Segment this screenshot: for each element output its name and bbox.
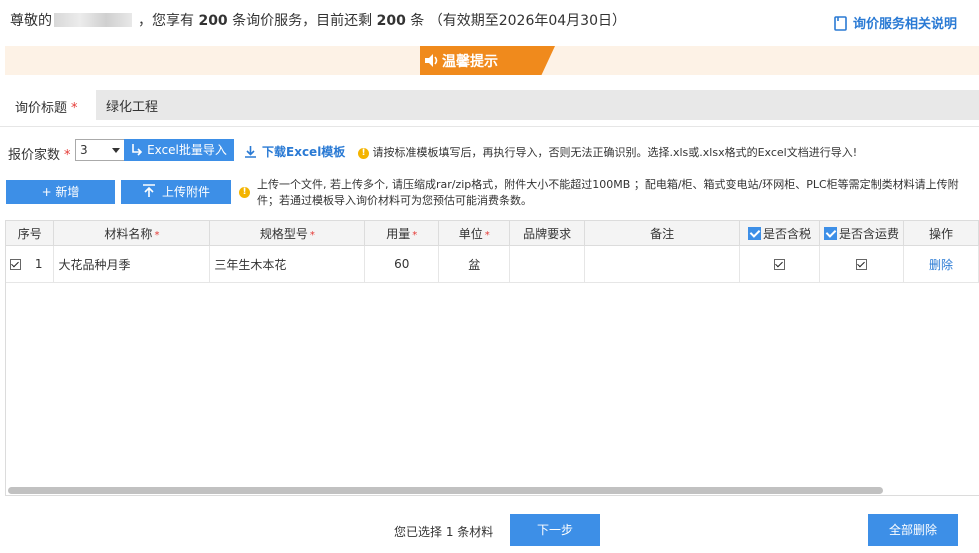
header-name: 材料名称 * (53, 221, 211, 246)
upload-note: ! 上传一个文件, 若上传多个, 请压缩成rar/zip格式，附件大小不能超过1… (239, 177, 979, 209)
import-row: 报价家数 * 3 Excel批量导入 下载Excel模板 ! 请按标准模板填写后，… (8, 139, 979, 163)
greeting-mid: ，您享有 (138, 13, 194, 29)
delete-row-link[interactable]: 删除 (929, 258, 953, 272)
username-redacted (54, 13, 132, 27)
cell-index: 1 (6, 245, 55, 283)
warning-icon: ! (239, 187, 250, 198)
table-header-row: 序号 材料名称 * 规格型号 * 用量 * 单位 * 品牌要求 备注 是否含税 是否含运… (6, 221, 979, 246)
cell-unit[interactable]: 盆 (438, 245, 511, 283)
service-total: 200 (198, 13, 228, 29)
header-freight: 是否含运费 (819, 221, 904, 246)
row-select-checkbox[interactable] (10, 259, 21, 270)
selected-count: 您已选择 1 条材料 (394, 525, 494, 539)
materials-table: 序号 材料名称 * 规格型号 * 用量 * 单位 * 品牌要求 备注 是否含税 是否含运… (5, 220, 979, 496)
header-index: 序号 (6, 221, 55, 246)
greeting-text: 尊敬的 ，您享有 200 条询价服务，目前还剩 200 条 （有效期至2026年0… (10, 10, 626, 30)
quote-count-value: 3 (80, 143, 88, 157)
top-bar: 尊敬的 ，您享有 200 条询价服务，目前还剩 200 条 （有效期至2026年0… (0, 0, 979, 40)
quote-count-label: 报价家数 * (8, 148, 71, 163)
header-tax: 是否含税 (739, 221, 820, 246)
quote-count-select[interactable]: 3 (75, 139, 125, 161)
greeting-prefix: 尊敬的 (10, 13, 52, 29)
upload-icon (142, 184, 155, 197)
chevron-down-icon (112, 148, 120, 153)
speaker-icon (425, 54, 438, 67)
download-template-link[interactable]: 下载Excel模板 (244, 143, 345, 160)
cell-name[interactable]: 大花品种月季 (53, 245, 211, 283)
freight-checkbox[interactable] (855, 259, 867, 270)
service-left: 200 (376, 13, 406, 29)
help-link-label: 询价服务相关说明 (852, 17, 957, 32)
download-icon (245, 146, 256, 158)
horizontal-scrollbar[interactable] (8, 487, 883, 494)
title-row: 询价标题 * (5, 90, 979, 120)
arrow-turn-down-icon (132, 144, 143, 156)
cell-qty[interactable]: 60 (364, 245, 440, 283)
table-row: 1 大花品种月季 三年生木本花 60 盆 删除 (6, 245, 979, 283)
warning-icon: ! (358, 148, 369, 159)
title-label: 询价标题 * (15, 101, 78, 116)
import-note: ! 请按标准模板填写后，再执行导入，否则无法正确识别。选择.xls或.xlsx格… (358, 144, 857, 160)
add-button[interactable]: + 新增 (6, 180, 115, 204)
divider (0, 126, 979, 127)
service-mid: 条询价服务，目前还剩 (232, 13, 373, 29)
excel-import-button[interactable]: Excel批量导入 (124, 139, 234, 161)
cell-tax (739, 245, 820, 283)
tax-all-checkbox[interactable] (748, 226, 761, 240)
cell-action: 删除 (903, 245, 979, 283)
header-action: 操作 (903, 221, 979, 246)
document-icon (834, 16, 847, 31)
help-link[interactable]: 询价服务相关说明 (834, 13, 957, 32)
header-brand: 品牌要求 (509, 221, 586, 246)
title-input[interactable] (96, 90, 979, 120)
tip-label: 温馨提示 (442, 54, 498, 70)
cell-remark[interactable] (584, 245, 741, 283)
cell-freight (819, 245, 904, 283)
header-spec: 规格型号 * (209, 221, 366, 246)
header-qty: 用量 * (364, 221, 440, 246)
upload-button[interactable]: 上传附件 (121, 180, 231, 204)
materials-grid: 序号 材料名称 * 规格型号 * 用量 * 单位 * 品牌要求 备注 是否含税 是否含运… (6, 221, 979, 283)
tax-checkbox[interactable] (774, 259, 786, 270)
action-row: + 新增 上传附件 ! 上传一个文件, 若上传多个, 请压缩成rar/zip格式… (6, 175, 979, 215)
cell-spec[interactable]: 三年生木本花 (209, 245, 366, 283)
delete-all-button[interactable]: 全部删除 (868, 514, 958, 546)
tip-badge: 温馨提示 (420, 46, 555, 75)
required-mark: * (71, 101, 78, 116)
cell-brand[interactable] (509, 245, 586, 283)
next-button[interactable]: 下一步 (510, 514, 600, 546)
service-suffix: 条 （有效期至2026年04月30日） (410, 13, 626, 29)
freight-all-checkbox[interactable] (823, 226, 837, 240)
header-unit: 单位 * (438, 221, 511, 246)
header-remark: 备注 (584, 221, 741, 246)
